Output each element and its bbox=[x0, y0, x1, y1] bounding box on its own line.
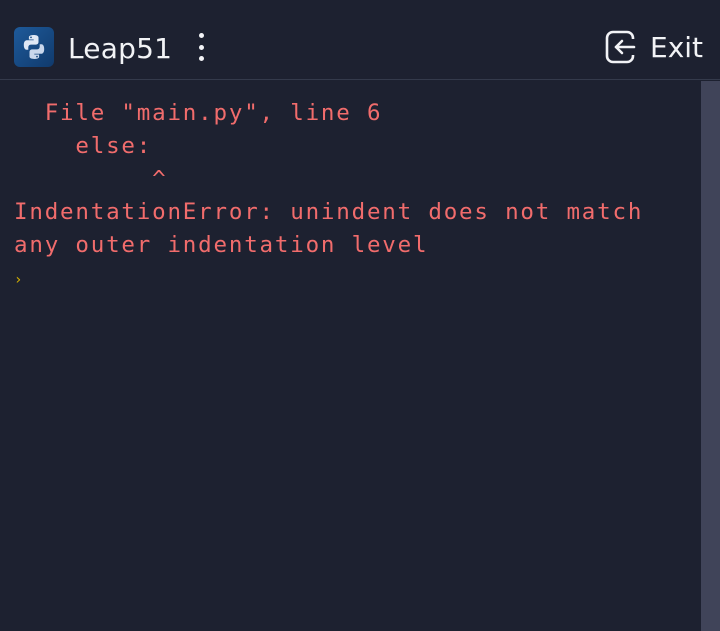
python-logo-icon bbox=[14, 27, 54, 67]
prompt-icon: › bbox=[14, 272, 23, 288]
console-output[interactable]: File "main.py", line 6 else: ^ Indentati… bbox=[0, 81, 701, 631]
exit-icon bbox=[605, 30, 636, 64]
error-message-line: IndentationError: unindent does not matc… bbox=[14, 199, 644, 225]
exit-button[interactable]: Exit bbox=[604, 27, 703, 67]
traceback-code-line: else: bbox=[14, 133, 153, 159]
top-bar: Leap51 Exit bbox=[0, 0, 720, 80]
exit-label: Exit bbox=[650, 30, 704, 64]
traceback-file-line: File "main.py", line 6 bbox=[14, 100, 383, 126]
kebab-menu-icon[interactable] bbox=[190, 33, 212, 61]
scrollbar[interactable] bbox=[701, 81, 720, 631]
app-title: Leap51 bbox=[68, 32, 173, 65]
traceback-caret-line: ^ bbox=[14, 166, 168, 192]
error-message-line: any outer indentation level bbox=[14, 232, 429, 258]
